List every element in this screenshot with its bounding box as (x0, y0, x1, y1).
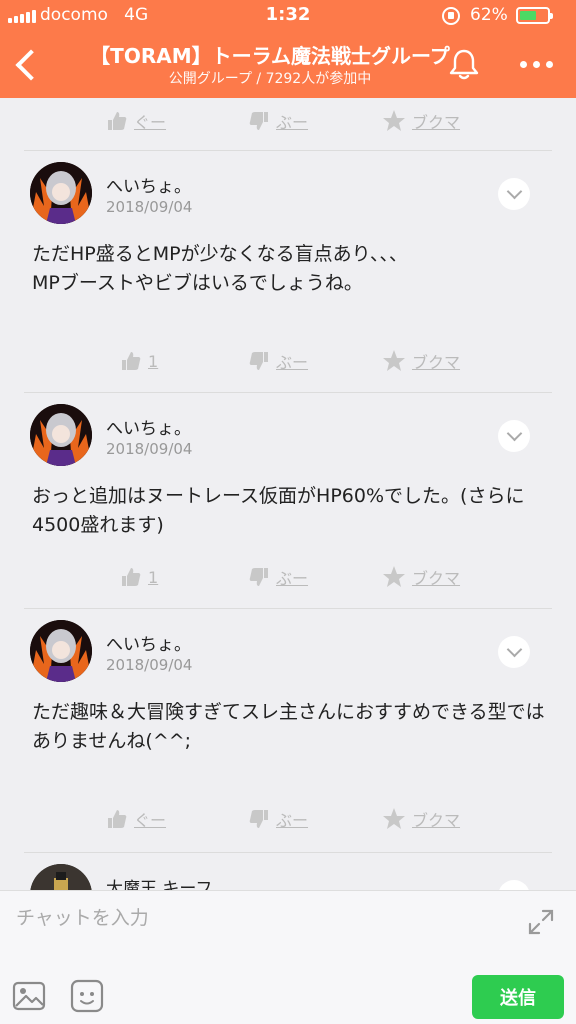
bookmark-label: ブクマ (412, 113, 461, 132)
send-button[interactable]: 送信 (472, 975, 564, 1019)
avatar[interactable] (30, 864, 92, 890)
divider (24, 608, 552, 609)
post-author: へいちょ。 (106, 419, 191, 439)
post-body: ただHP盛るとMPが少なくなる盲点あり、、、 MPブーストやビブはいるでしょうね… (32, 243, 408, 294)
divider (24, 392, 552, 393)
expand-icon (528, 909, 554, 935)
like-label: ぐー (134, 113, 167, 132)
avatar[interactable] (30, 162, 92, 224)
image-icon (12, 981, 46, 1011)
post-body: おっと追加はヌートレース仮面がHP60%でした。(さらに4500盛れます) (32, 485, 525, 536)
app-header: docomo 4G 1:32 62% 【TORAM】トーラム魔法戦士グループ 公… (0, 0, 576, 98)
dislike-label: ぶー (276, 353, 309, 372)
post-item: へいちょ。 2018/09/04 ただHP盛るとMPが少なくなる盲点あり、、、 … (0, 152, 576, 392)
dislike-button[interactable]: ぶー (248, 346, 308, 376)
bookmark-button[interactable]: ブクマ (382, 106, 460, 136)
post-actions: ぐー ぶー ブクマ (0, 798, 576, 838)
dislike-label: ぶー (276, 113, 309, 132)
more-button[interactable] (512, 50, 560, 78)
post-menu-button[interactable] (498, 178, 530, 210)
dislike-button[interactable]: ぶー (248, 562, 308, 592)
sticker-button[interactable] (70, 979, 104, 1013)
status-bar: docomo 4G 1:32 62% (0, 0, 576, 32)
bookmark-button[interactable]: ブクマ (382, 346, 460, 376)
more-dots-icon (519, 60, 527, 68)
star-icon (383, 110, 405, 131)
post-body: ただ趣味＆大冒険すぎてスレ主さんにおすすめできる型ではありませんね(^^; (32, 701, 545, 752)
like-button[interactable]: ぐー (106, 804, 166, 834)
post-item: へいちょ。 2018/09/04 おっと追加はヌートレース仮面がHP60%でした… (0, 394, 576, 608)
back-button[interactable] (10, 44, 50, 88)
thumbs-up-icon (122, 352, 141, 370)
like-label: ぐー (134, 811, 167, 830)
post-author: へいちょ。 (106, 635, 191, 655)
rotation-lock-icon (442, 7, 460, 25)
post-actions: 1 ぶー ブクマ (0, 340, 576, 380)
divider (24, 150, 552, 151)
dislike-button[interactable]: ぶー (248, 106, 308, 136)
star-icon (383, 566, 405, 587)
thumbs-up-icon (108, 112, 127, 130)
expand-button[interactable] (526, 907, 556, 937)
thumbs-down-icon (249, 352, 268, 370)
like-count: 1 (148, 351, 159, 371)
post-actions: 1 ぶー ブクマ (0, 556, 576, 596)
post-item: へいちょ。 2018/09/04 ただ趣味＆大冒険すぎてスレ主さんにおすすめでき… (0, 610, 576, 850)
like-count: 1 (148, 567, 159, 587)
bookmark-label: ブクマ (412, 811, 461, 830)
post-date: 2018/09/04 (106, 440, 193, 458)
chat-composer: 送信 (0, 890, 576, 1024)
star-icon (383, 350, 405, 371)
group-subtitle: 公開グループ / 7292人が参加中 (168, 71, 372, 87)
dislike-label: ぶー (276, 569, 309, 588)
post-feed[interactable]: ぐー ぶー ブクマ へいちょ。 2018/09/04 ただHP盛るとMPが少なく… (0, 98, 576, 890)
dislike-label: ぶー (276, 811, 309, 830)
avatar[interactable] (30, 620, 92, 682)
battery-percent: 62% (470, 5, 508, 25)
post-date: 2018/09/04 (106, 198, 193, 216)
post-author: 大魔王 キーフ (106, 879, 213, 890)
like-button[interactable]: ぐー (106, 106, 166, 136)
dislike-button[interactable]: ぶー (248, 804, 308, 834)
post-menu-button[interactable] (498, 420, 530, 452)
sticker-icon (70, 979, 104, 1013)
post-actions: ぐー ぶー ブクマ (0, 100, 576, 140)
post-author: へいちょ。 (106, 177, 191, 197)
thumbs-up-icon (122, 568, 141, 586)
group-title: 【TORAM】トーラム魔法戦士グループ (90, 44, 450, 68)
chat-input[interactable] (16, 901, 516, 935)
image-button[interactable] (12, 979, 46, 1013)
bookmark-label: ブクマ (412, 569, 461, 588)
divider (24, 852, 552, 853)
star-icon (383, 808, 405, 829)
notification-button[interactable] (446, 46, 482, 82)
thumbs-up-icon (108, 810, 127, 828)
avatar[interactable] (30, 404, 92, 466)
bookmark-label: ブクマ (412, 353, 461, 372)
post-menu-button[interactable] (498, 636, 530, 668)
like-button[interactable]: 1 (120, 346, 158, 376)
thumbs-down-icon (249, 568, 268, 586)
post-date: 2018/09/04 (106, 656, 193, 674)
like-button[interactable]: 1 (120, 562, 158, 592)
bookmark-button[interactable]: ブクマ (382, 804, 460, 834)
thumbs-down-icon (249, 112, 268, 130)
thumbs-down-icon (249, 810, 268, 828)
battery-icon (516, 7, 553, 24)
post-menu-button[interactable] (498, 880, 530, 890)
bookmark-button[interactable]: ブクマ (382, 562, 460, 592)
bell-icon (449, 49, 479, 80)
post-item: 大魔王 キーフ (0, 854, 576, 890)
